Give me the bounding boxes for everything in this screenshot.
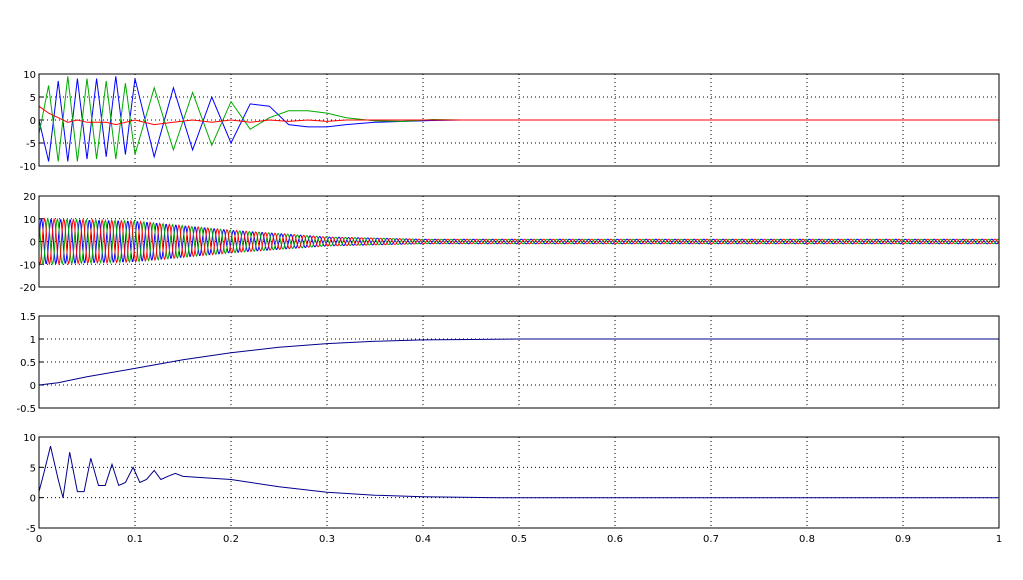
y-tick-label: 0.5 [20, 358, 36, 369]
x-tick-label: 0.2 [223, 534, 239, 545]
y-tick-label: 20 [23, 192, 36, 203]
x-tick-label: 0.9 [895, 534, 911, 545]
x-tick-label: 0.5 [511, 534, 527, 545]
x-tick-label: 0.3 [319, 534, 335, 545]
subplot-1: 10 5 0 -5 -10 [20, 70, 1000, 173]
y-tick-label: 10 [23, 433, 36, 444]
y-tick-label: 10 [23, 70, 36, 81]
y-tick-label: 1.5 [20, 312, 36, 323]
x-tick-label: 1 [996, 534, 1002, 545]
y-tick-label: 0 [30, 116, 36, 127]
x-tick-label: 0.4 [415, 534, 431, 545]
y-tick-label: 1 [30, 335, 36, 346]
y-tick-label: -10 [20, 162, 36, 173]
y-tick-label: -10 [20, 260, 36, 271]
x-tick-label: 0 [36, 534, 42, 545]
figure: 1050-5-1020100-10-201.510.50-0.51050-50 0… [16, 70, 1002, 545]
x-tick-label: 0.6 [607, 534, 623, 545]
subplot-2: 20 10 0 -10 -20 [20, 192, 1000, 294]
x-tick-label: 0.7 [703, 534, 719, 545]
y-tick-label: -20 [20, 283, 36, 294]
y-tick-label: -5 [26, 524, 36, 535]
subplot-4: 1050-50 0.1 0.2 0.3 0.4 0.5 0.6 0.7 0.8 0.9 1 [23, 433, 1002, 545]
y-tick-label: 5 [30, 463, 36, 474]
y-tick-label: 0 [30, 381, 36, 392]
plot-area [39, 437, 999, 528]
y-tick-label: -0.5 [16, 404, 36, 415]
y-tick-label: -5 [26, 139, 36, 150]
y-tick-label: 0 [30, 238, 36, 249]
x-tick-label: 0.1 [127, 534, 143, 545]
subplot-3: 1.5 1 0.5 0 -0.5 [16, 312, 1000, 415]
x-tick-label: 0.8 [799, 534, 815, 545]
y-tick-label: 10 [23, 215, 36, 226]
y-tick-label: 0 [30, 494, 36, 505]
y-tick-label: 5 [30, 93, 36, 104]
